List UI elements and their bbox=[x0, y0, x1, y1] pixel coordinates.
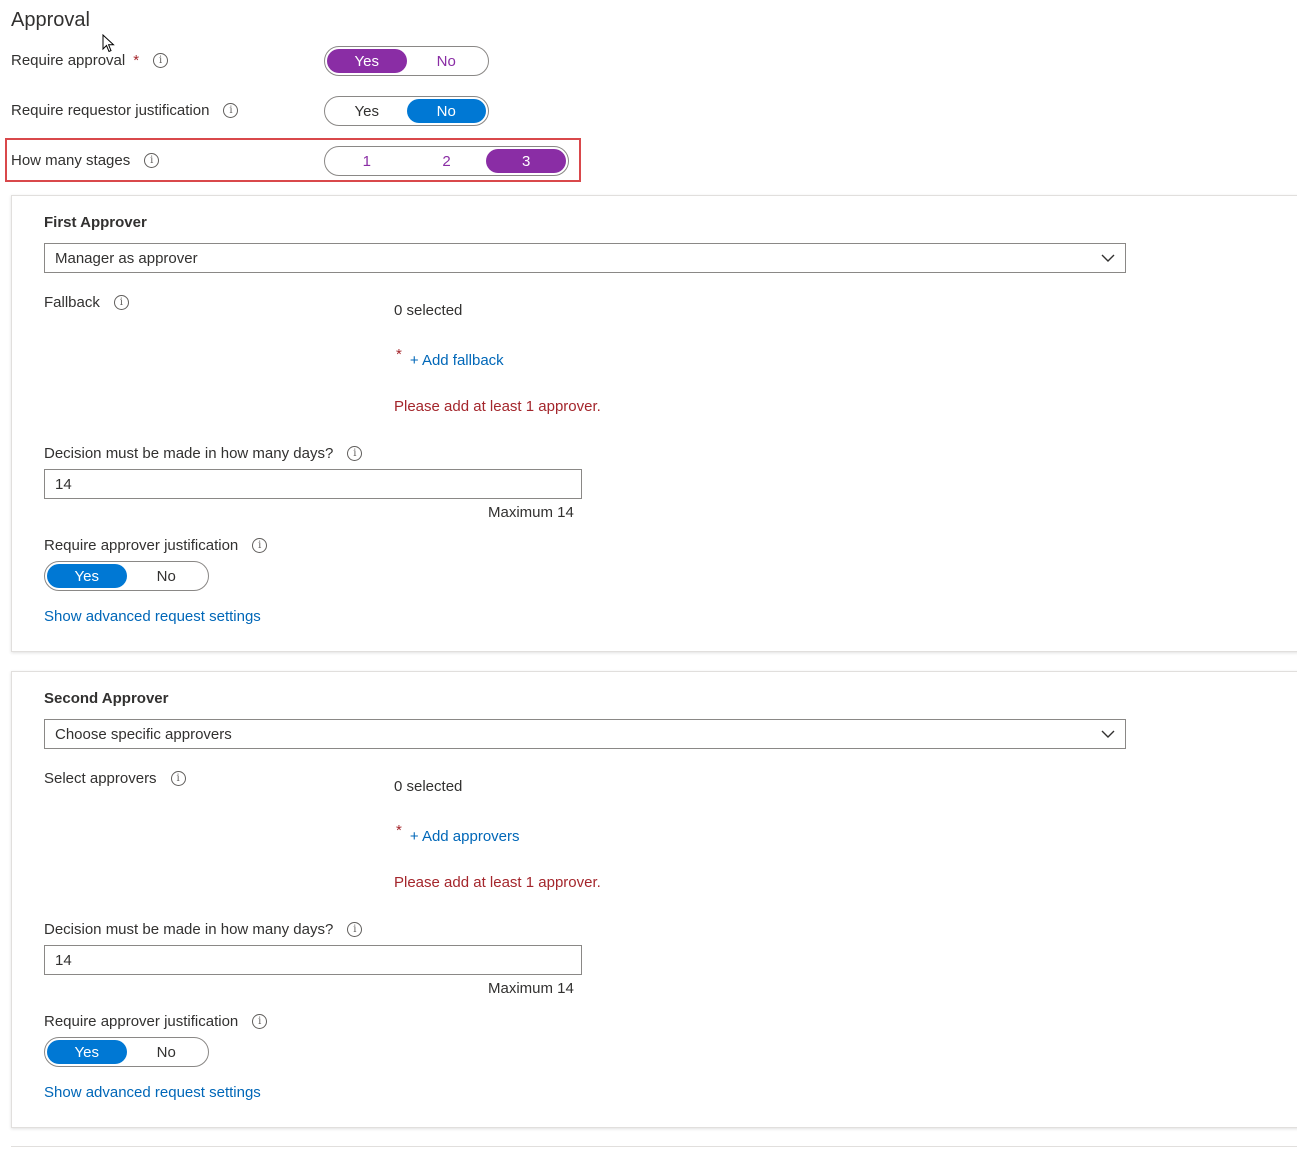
second-approver-title: Second Approver bbox=[44, 690, 169, 707]
require-approval-label-row: Require approval * i bbox=[11, 52, 169, 69]
first-approver-title: First Approver bbox=[44, 214, 147, 231]
info-icon[interactable]: i bbox=[144, 153, 160, 168]
stages-option-2[interactable]: 2 bbox=[407, 149, 487, 173]
first-approver-dropdown-value: Manager as approver bbox=[55, 249, 198, 267]
required-marker: * bbox=[396, 346, 402, 363]
requestor-justification-label-row: Require requestor justification i bbox=[11, 102, 239, 119]
approver-justification-toggle[interactable]: Yes No bbox=[44, 561, 209, 591]
require-approval-toggle[interactable]: Yes No bbox=[324, 46, 489, 76]
requestor-justification-yes[interactable]: Yes bbox=[327, 99, 407, 123]
second-approver-dropdown-value: Choose specific approvers bbox=[55, 725, 232, 743]
info-icon[interactable]: i bbox=[113, 295, 129, 310]
stages-option-3[interactable]: 3 bbox=[486, 149, 567, 173]
approvers-selected-count: 0 selected bbox=[394, 778, 463, 795]
approver-justification-toggle[interactable]: Yes No bbox=[44, 1037, 209, 1067]
add-approvers-link[interactable]: + Add approvers bbox=[410, 828, 520, 845]
chevron-down-icon bbox=[1101, 730, 1115, 738]
stages-option-1[interactable]: 1 bbox=[327, 149, 407, 173]
fallback-label: Fallback bbox=[44, 294, 100, 311]
approver-justification-yes[interactable]: Yes bbox=[47, 564, 127, 588]
stages-label: How many stages bbox=[11, 152, 131, 169]
days-input[interactable] bbox=[44, 469, 582, 499]
info-icon[interactable]: i bbox=[252, 1014, 268, 1029]
show-advanced-settings-link[interactable]: Show advanced request settings bbox=[44, 608, 261, 625]
approvers-error-message: Please add at least 1 approver. bbox=[394, 874, 601, 891]
requestor-justification-toggle[interactable]: Yes No bbox=[324, 96, 489, 126]
require-approval-no[interactable]: No bbox=[407, 49, 487, 73]
days-input[interactable] bbox=[44, 945, 582, 975]
add-approvers-row: * + Add approvers bbox=[394, 822, 520, 845]
days-max-hint: Maximum 14 bbox=[488, 504, 574, 521]
fallback-error-message: Please add at least 1 approver. bbox=[394, 398, 601, 415]
requestor-justification-label: Require requestor justification bbox=[11, 102, 210, 119]
select-approvers-label: Select approvers bbox=[44, 770, 157, 787]
fallback-label-row: Fallback i bbox=[44, 294, 129, 311]
days-label-row: Decision must be made in how many days? … bbox=[44, 445, 363, 462]
days-max-hint: Maximum 14 bbox=[488, 980, 574, 997]
first-approver-card: First Approver Manager as approver Fallb… bbox=[11, 195, 1297, 652]
fallback-selected-count: 0 selected bbox=[394, 302, 463, 319]
require-approval-yes[interactable]: Yes bbox=[327, 49, 407, 73]
first-approver-dropdown[interactable]: Manager as approver bbox=[44, 243, 1126, 273]
show-advanced-settings-link[interactable]: Show advanced request settings bbox=[44, 1084, 261, 1101]
next-card-edge bbox=[11, 1146, 1297, 1147]
approver-justification-yes[interactable]: Yes bbox=[47, 1040, 127, 1064]
second-approver-dropdown[interactable]: Choose specific approvers bbox=[44, 719, 1126, 749]
info-icon[interactable]: i bbox=[347, 446, 363, 461]
days-label-row: Decision must be made in how many days? … bbox=[44, 921, 363, 938]
requestor-justification-no[interactable]: No bbox=[406, 99, 486, 123]
approver-justification-label: Require approver justification bbox=[44, 1013, 239, 1030]
required-marker: * bbox=[396, 822, 402, 839]
add-fallback-link[interactable]: + Add fallback bbox=[410, 352, 504, 369]
approver-justification-no[interactable]: No bbox=[127, 1040, 207, 1064]
approver-justification-no[interactable]: No bbox=[127, 564, 207, 588]
days-label: Decision must be made in how many days? bbox=[44, 445, 334, 462]
chevron-down-icon bbox=[1101, 254, 1115, 262]
stages-label-row: How many stages i bbox=[11, 152, 160, 169]
select-approvers-label-row: Select approvers i bbox=[44, 770, 186, 787]
info-icon[interactable]: i bbox=[347, 922, 363, 937]
mouse-cursor-icon bbox=[102, 34, 115, 53]
add-fallback-row: * + Add fallback bbox=[394, 346, 504, 369]
approver-justification-label: Require approver justification bbox=[44, 537, 239, 554]
info-icon[interactable]: i bbox=[153, 53, 169, 68]
second-approver-card: Second Approver Choose specific approver… bbox=[11, 671, 1297, 1128]
page-title: Approval bbox=[11, 9, 90, 31]
info-icon[interactable]: i bbox=[223, 103, 239, 118]
days-label: Decision must be made in how many days? bbox=[44, 921, 334, 938]
approver-justification-label-row: Require approver justification i bbox=[44, 537, 268, 554]
info-icon[interactable]: i bbox=[170, 771, 186, 786]
required-marker: * bbox=[133, 52, 140, 69]
approver-justification-label-row: Require approver justification i bbox=[44, 1013, 268, 1030]
require-approval-label: Require approval bbox=[11, 52, 126, 69]
info-icon[interactable]: i bbox=[252, 538, 268, 553]
stages-toggle[interactable]: 1 2 3 bbox=[324, 146, 569, 176]
